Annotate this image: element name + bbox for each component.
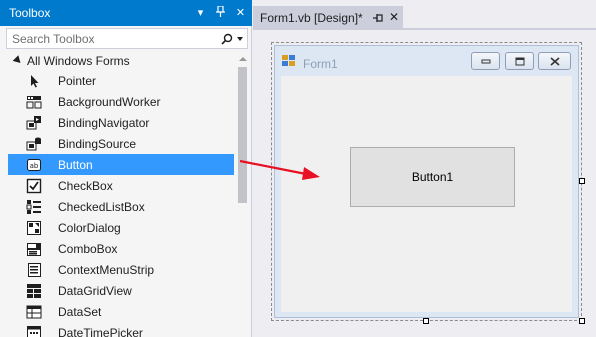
toolbox-item-contextmenustrip[interactable]: ContextMenuStrip [0,259,234,280]
form-icon [282,55,295,66]
toolbox-scrollbar[interactable] [235,51,251,337]
combobox-icon [26,241,42,257]
toolbox-item-label: ComboBox [58,242,118,256]
colordialog-icon [26,220,42,236]
toolbox-item-datagridview[interactable]: DataGridView [0,280,234,301]
toolbox-item-label: ContextMenuStrip [58,263,155,277]
checkbox-icon [26,178,42,194]
toolbox-item-bindingsource[interactable]: BindingSource [0,133,234,154]
search-icon[interactable] [221,33,233,45]
toolbox-item-label: BindingNavigator [58,116,150,130]
maximize-button[interactable] [505,52,534,70]
expand-arrow-icon[interactable] [12,55,24,66]
toolbox-item-label: DateTimePicker [58,326,143,337]
toolbox-item-label: Pointer [58,74,97,88]
toolbox-item-label: CheckBox [58,179,113,193]
resize-handle-bottom[interactable] [423,318,429,324]
category-all-windows-forms[interactable]: All Windows Forms [0,51,234,71]
toolbox-item-label: DataGridView [58,284,132,298]
annotation-arrow [239,159,320,180]
toolbox-item-label: Button [58,158,93,172]
datagridview-icon [26,283,42,299]
toolbox-item-label: BackgroundWorker [58,95,161,109]
bindingnavigator-icon [26,115,42,131]
toolbox-item-dataset[interactable]: DataSet [0,301,234,322]
minimize-icon [481,59,490,64]
maximize-icon [515,57,524,65]
datetimepicker-icon [26,325,42,337]
form-button1[interactable]: Button1 [350,147,515,207]
resize-handle-right[interactable] [579,178,585,184]
dataset-icon [26,304,42,320]
form-titlebar: Form1 [275,46,578,74]
svg-text:ab: ab [30,162,39,170]
toolbox-item-label: ColorDialog [58,221,121,235]
minimize-button[interactable] [471,52,500,70]
close-icon[interactable]: ✕ [235,7,246,19]
toolbox-title: Toolbox [9,6,51,20]
tab-pin-icon[interactable] [373,12,383,24]
tab-form1-design[interactable]: Form1.vb [Design]* ✕ [253,6,403,30]
toolbox-item-colordialog[interactable]: ColorDialog [0,217,234,238]
tab-close-icon[interactable]: ✕ [389,11,399,23]
toolbox-item-label: BindingSource [58,137,137,151]
toolbox-item-datetimepicker[interactable]: DateTimePicker [0,322,234,337]
toolbox-item-combobox[interactable]: ComboBox [0,238,234,259]
toolbox-item-checkedlistbox[interactable]: CheckedListBox [0,196,234,217]
resize-handle-bottom-right[interactable] [579,318,585,324]
toolbox-item-label: CheckedListBox [58,200,145,214]
toolbox-item-pointer[interactable]: Pointer [0,70,234,91]
backgroundworker-icon [26,94,42,110]
dropdown-icon[interactable]: ▾ [195,7,206,19]
toolbox-panel: Toolbox ▾ ✕ All Windows Forms Pointer Ba… [0,0,252,337]
toolbox-item-checkbox[interactable]: CheckBox [0,175,234,196]
tab-label: Form1.vb [Design]* [260,11,363,25]
pin-icon[interactable] [215,5,226,20]
search-box[interactable] [6,28,248,49]
toolbox-header: Toolbox ▾ ✕ [0,0,252,26]
category-label: All Windows Forms [27,54,130,68]
pointer-icon [26,73,42,89]
toolbox-item-label: DataSet [58,305,102,319]
search-input[interactable] [12,31,212,46]
close-icon [549,56,560,66]
close-window-button[interactable] [538,52,571,70]
bindingsource-icon [26,136,42,152]
scroll-up-icon[interactable] [239,57,247,61]
document-tab-bar: Form1.vb [Design]* ✕ [253,0,596,30]
toolbox-item-bindingnavigator[interactable]: BindingNavigator [0,112,234,133]
toolbox-item-backgroundworker[interactable]: BackgroundWorker [0,91,234,112]
checkedlistbox-icon [26,199,42,215]
contextmenustrip-icon [26,262,42,278]
search-options-icon[interactable] [237,37,243,41]
form-client-area[interactable]: Button1 [281,76,572,312]
form-title: Form1 [303,57,338,71]
toolbox-item-button[interactable]: ab Button [8,154,234,175]
toolbox-item-list: Pointer BackgroundWorker BindingNavigato… [0,70,234,337]
button-icon: ab [26,157,42,173]
